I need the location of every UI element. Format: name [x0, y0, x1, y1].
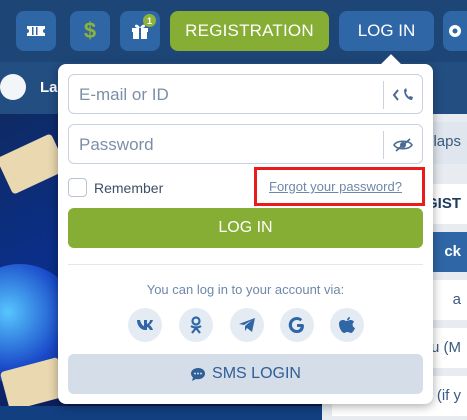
eye-off-icon[interactable] — [392, 134, 414, 156]
telegram-login-button[interactable] — [230, 308, 264, 342]
sub-nav-label[interactable]: La — [40, 79, 58, 96]
divider — [68, 264, 423, 265]
chat-bubble-icon — [190, 367, 206, 382]
quick-tab-label: ck — [444, 243, 461, 260]
forgot-password-link[interactable]: Forgot your password? — [269, 179, 402, 194]
sms-login-label: SMS LOGIN — [212, 365, 301, 382]
login-button-top[interactable]: LOG IN — [339, 11, 434, 51]
remember-me[interactable]: Remember — [68, 178, 163, 197]
gift-count-badge: 1 — [143, 14, 156, 27]
deposit-button[interactable]: $ — [70, 11, 110, 51]
gifts-button[interactable]: 1 — [120, 11, 160, 51]
telegram-icon — [239, 318, 255, 332]
settings-button[interactable] — [443, 11, 467, 51]
registration-button[interactable]: REGISTRATION — [170, 11, 329, 51]
ticket-icon — [27, 26, 45, 36]
login-popover: E-mail or ID Password Remember Forgot yo… — [58, 64, 433, 404]
odnoklassniki-icon — [190, 316, 202, 334]
password-placeholder: Password — [79, 135, 154, 154]
live-icon — [0, 74, 26, 100]
remember-checkbox[interactable] — [68, 178, 87, 197]
tickets-button[interactable] — [16, 11, 56, 51]
login-submit-button[interactable]: LOG IN — [68, 208, 423, 248]
field-divider — [383, 81, 384, 109]
gear-icon — [449, 25, 461, 37]
odnoklassniki-login-button[interactable] — [179, 308, 213, 342]
vk-icon — [137, 320, 153, 330]
google-icon — [288, 317, 304, 334]
vk-login-button[interactable] — [128, 308, 162, 342]
right-list-item-text: a — [452, 291, 461, 308]
banner-bottom-strip — [0, 406, 322, 420]
sms-login-button[interactable]: SMS LOGIN — [68, 354, 423, 394]
password-field[interactable]: Password — [68, 124, 423, 164]
google-login-button[interactable] — [280, 308, 314, 342]
top-header: $ 1 REGISTRATION LOG IN — [0, 0, 467, 62]
phone-switch-icon[interactable] — [392, 84, 414, 106]
remember-label: Remember — [94, 179, 164, 196]
email-placeholder: E-mail or ID — [79, 85, 169, 104]
dollar-icon: $ — [83, 18, 97, 43]
apple-icon — [339, 317, 355, 333]
social-login-buttons — [128, 308, 368, 344]
field-divider — [383, 131, 384, 159]
social-login-caption: You can log in to your account via: — [146, 282, 345, 297]
email-field[interactable]: E-mail or ID — [68, 74, 423, 114]
apple-login-button[interactable] — [330, 308, 364, 342]
